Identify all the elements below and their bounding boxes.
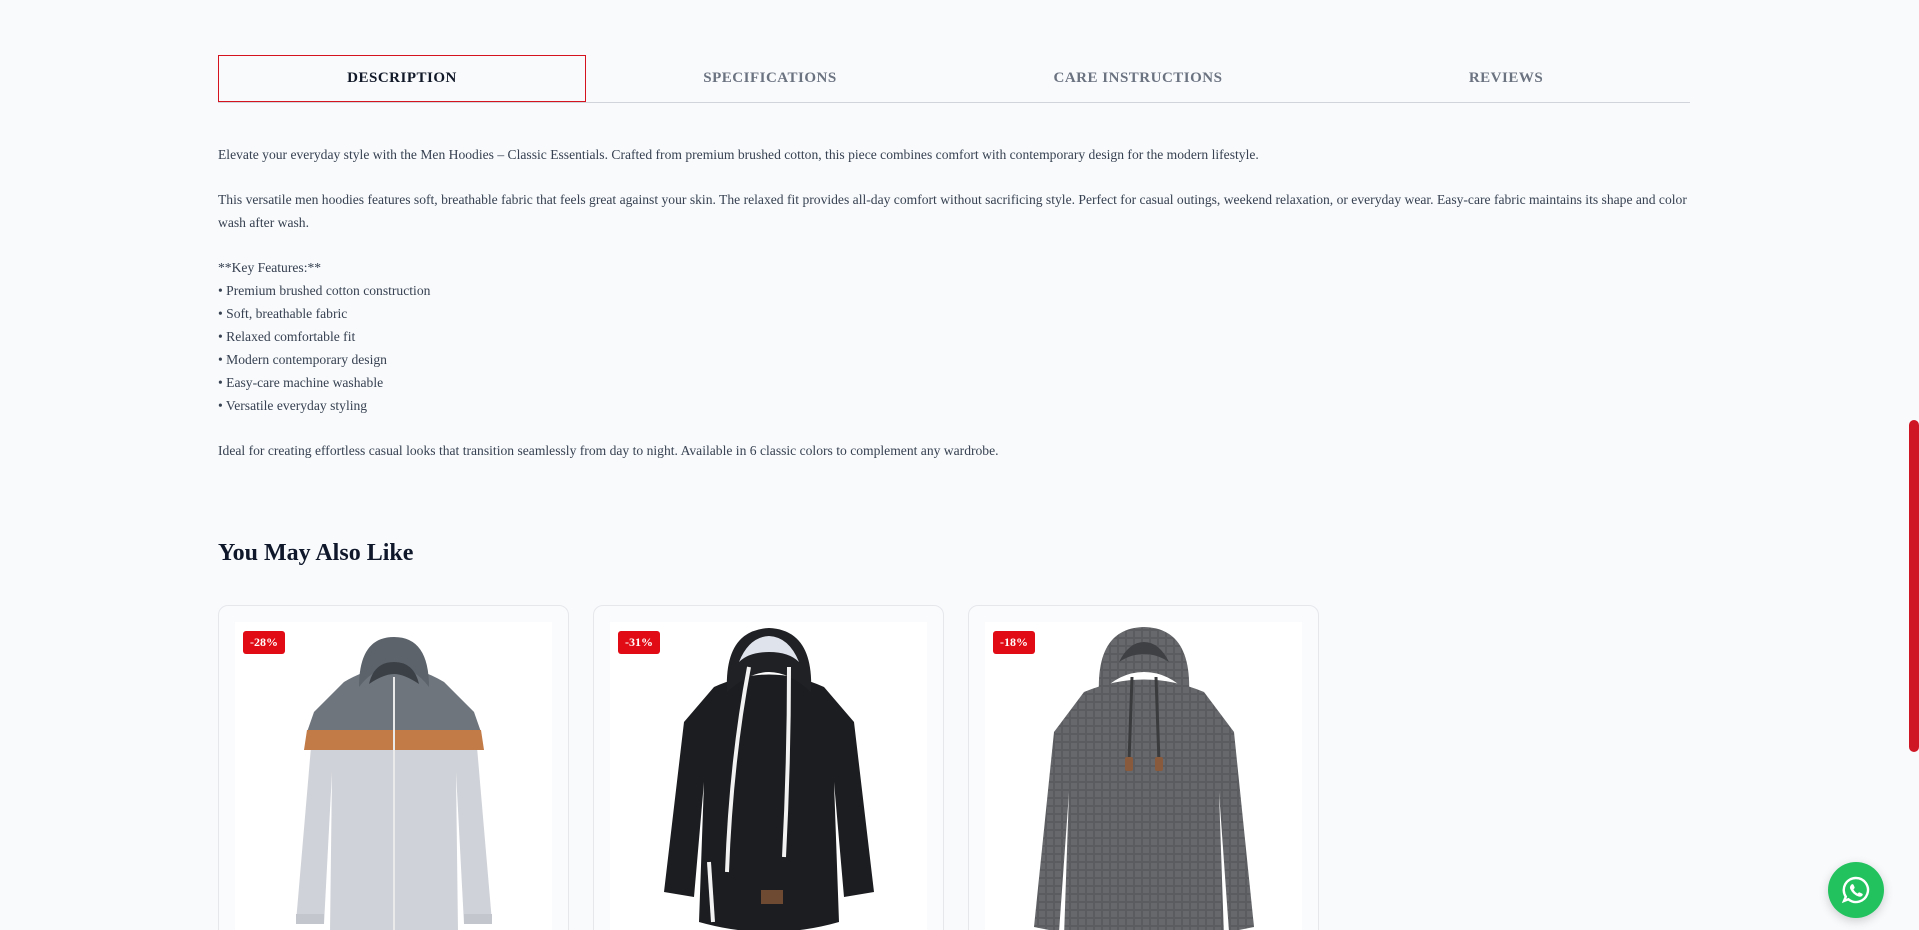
discount-badge: -31% xyxy=(618,631,660,654)
charcoal-waffle-hoodie-image xyxy=(1033,627,1254,930)
product-tabs: DESCRIPTION SPECIFICATIONS CARE INSTRUCT… xyxy=(218,55,1690,103)
feature-item: • Easy-care machine washable xyxy=(218,375,384,390)
tab-care-instructions[interactable]: CARE INSTRUCTIONS xyxy=(954,55,1322,102)
product-card[interactable]: -28% xyxy=(218,605,569,930)
product-details-page: DESCRIPTION SPECIFICATIONS CARE INSTRUCT… xyxy=(0,0,1919,930)
description-body: This versatile men hoodies features soft… xyxy=(218,192,1687,230)
page-scrollbar-thumb[interactable] xyxy=(1909,420,1919,752)
key-features-heading: **Key Features:** xyxy=(218,260,322,275)
feature-item: • Soft, breathable fabric xyxy=(218,306,348,321)
key-features-list: **Key Features:** • Premium brushed cott… xyxy=(218,256,1688,417)
product-image[interactable]: -18% xyxy=(985,622,1302,930)
description-content: Elevate your everyday style with the Men… xyxy=(218,143,1688,484)
product-image[interactable]: -31% xyxy=(610,622,927,930)
feature-item: • Modern contemporary design xyxy=(218,352,387,367)
product-card[interactable]: -18% xyxy=(968,605,1319,930)
grey-orange-zip-hoodie-image xyxy=(295,637,492,930)
tab-reviews[interactable]: REVIEWS xyxy=(1322,55,1690,102)
description-closing: Ideal for creating effortless casual loo… xyxy=(218,443,999,458)
related-products-title: You May Also Like xyxy=(218,540,414,566)
discount-badge: -28% xyxy=(243,631,285,654)
feature-item: • Premium brushed cotton construction xyxy=(218,283,431,298)
tab-specifications[interactable]: SPECIFICATIONS xyxy=(586,55,954,102)
product-card[interactable]: -31% xyxy=(593,605,944,930)
whatsapp-chat-button[interactable] xyxy=(1828,862,1884,918)
product-image[interactable]: -28% xyxy=(235,622,552,930)
whatsapp-icon xyxy=(1841,876,1870,904)
feature-item: • Relaxed comfortable fit xyxy=(218,329,356,344)
tab-description[interactable]: DESCRIPTION xyxy=(218,55,586,102)
discount-badge: -18% xyxy=(993,631,1035,654)
feature-item: • Versatile everyday styling xyxy=(218,398,368,413)
black-drawstring-hoodie-image xyxy=(663,628,874,930)
related-products-grid: -28% -31% -18% xyxy=(218,605,1319,930)
description-intro: Elevate your everyday style with the Men… xyxy=(218,147,1259,162)
